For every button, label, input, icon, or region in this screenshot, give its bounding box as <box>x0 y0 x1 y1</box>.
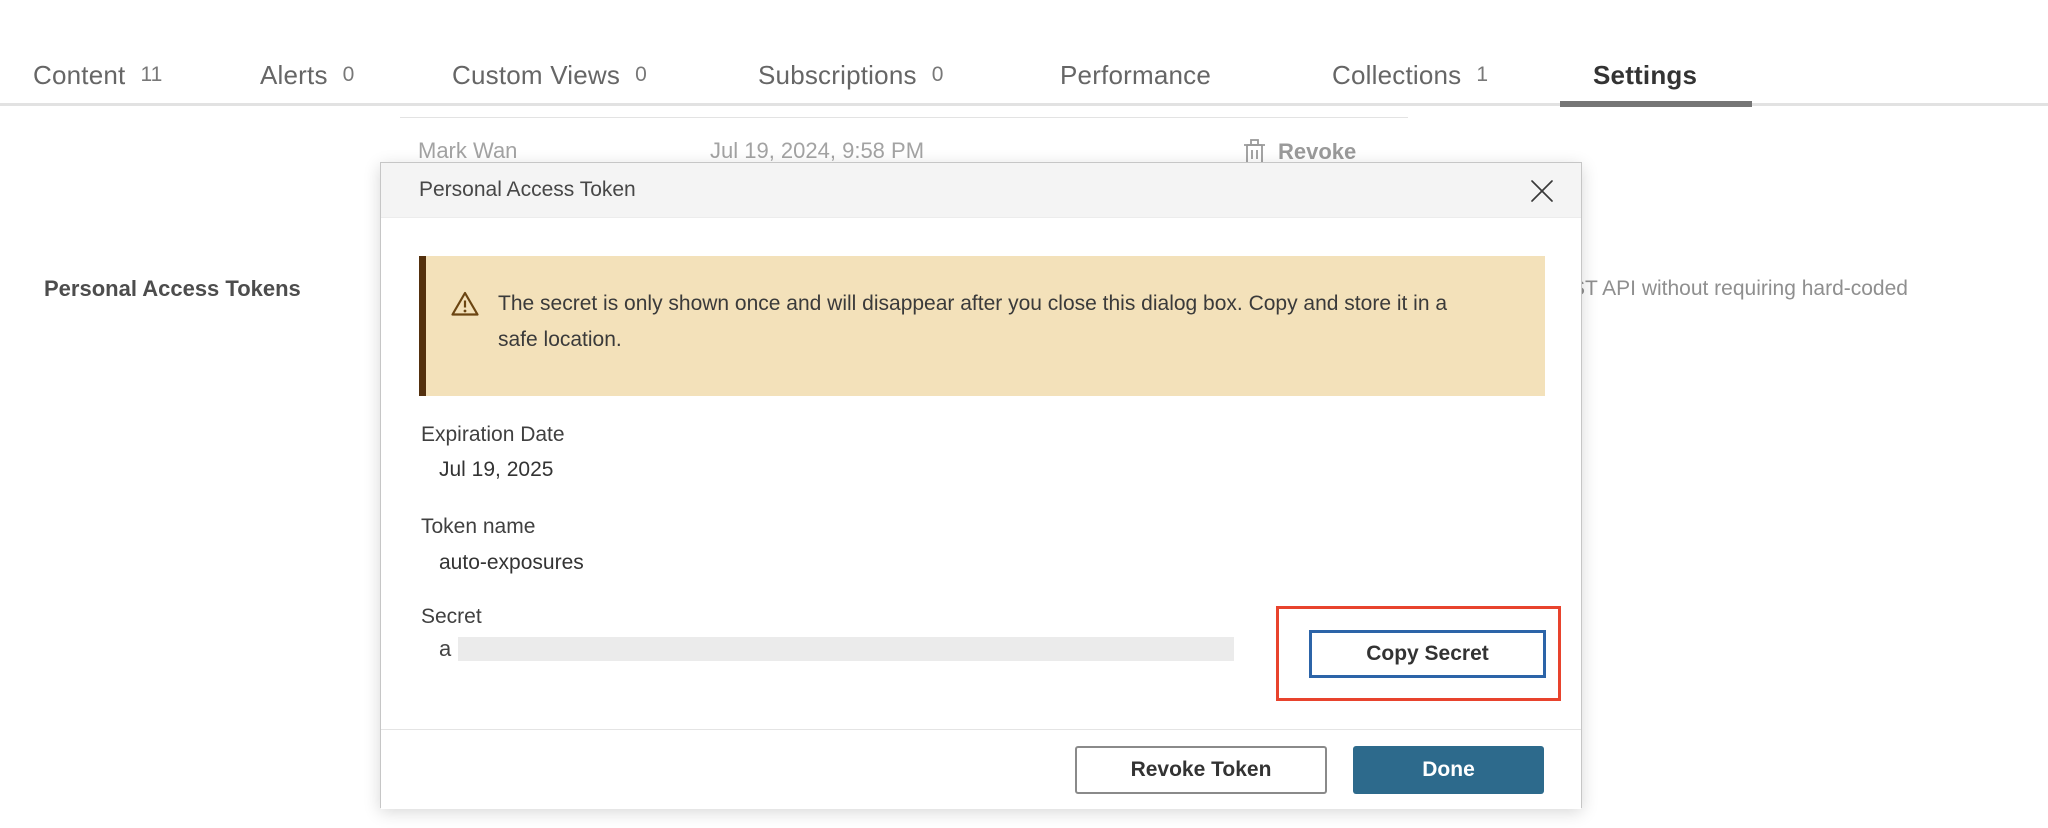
tab-count-badge: 1 <box>1476 63 1488 87</box>
tab-subscriptions[interactable]: Subscriptions 0 <box>758 52 943 98</box>
copy-secret-button[interactable]: Copy Secret <box>1309 630 1546 678</box>
token-name-label: Token name <box>421 513 535 541</box>
tab-count-badge: 0 <box>932 63 944 87</box>
tab-custom-views[interactable]: Custom Views 0 <box>452 52 647 98</box>
tab-count-badge: 11 <box>140 63 162 87</box>
tab-label: Custom Views <box>452 60 620 91</box>
token-timestamp-cell: Jul 19, 2024, 9:58 PM <box>710 138 924 164</box>
secret-value-row: a <box>439 636 1234 662</box>
tab-count-badge: 0 <box>635 63 647 87</box>
tab-bar: Content 11 Alerts 0 Custom Views 0 Subsc… <box>0 0 2048 104</box>
active-tab-underline <box>1560 101 1752 107</box>
secret-value-prefix: a <box>439 636 451 662</box>
revoke-link-label: Revoke <box>1278 139 1356 165</box>
tab-label: Performance <box>1060 60 1211 91</box>
expiration-date-label: Expiration Date <box>421 421 565 449</box>
tab-collections[interactable]: Collections 1 <box>1332 52 1488 98</box>
tab-content[interactable]: Content 11 <box>33 52 162 98</box>
token-name-value: auto-exposures <box>439 549 584 577</box>
trash-icon <box>1243 138 1266 165</box>
token-owner-cell: Mark Wan <box>418 138 517 164</box>
secret-redacted-bar <box>458 637 1234 661</box>
screen: Content 11 Alerts 0 Custom Views 0 Subsc… <box>0 0 2048 828</box>
tab-count-badge: 0 <box>343 63 355 87</box>
dialog-footer: Revoke Token Done <box>381 729 1581 809</box>
table-row-divider <box>400 117 1408 118</box>
section-heading: Personal Access Tokens <box>44 276 301 302</box>
tab-performance[interactable]: Performance <box>1060 52 1211 98</box>
tab-label: Collections <box>1332 60 1461 91</box>
row-revoke-action[interactable]: Revoke <box>1243 138 1356 165</box>
tab-label: Subscriptions <box>758 60 917 91</box>
revoke-token-button[interactable]: Revoke Token <box>1075 746 1327 794</box>
warning-triangle-icon <box>426 256 480 396</box>
expiration-date-value: Jul 19, 2025 <box>439 456 553 484</box>
warning-message: The secret is only shown once and will d… <box>480 256 1510 396</box>
tab-alerts[interactable]: Alerts 0 <box>260 52 354 98</box>
section-description-fragment: ST API without requiring hard-coded <box>1571 277 1908 301</box>
dialog-title: Personal Access Token <box>419 178 636 202</box>
personal-access-token-dialog: Personal Access Token The secret is on <box>380 162 1582 808</box>
warning-banner: The secret is only shown once and will d… <box>419 256 1545 396</box>
tab-settings[interactable]: Settings <box>1593 52 1697 98</box>
tab-label: Content <box>33 60 125 91</box>
done-button[interactable]: Done <box>1353 746 1544 794</box>
dialog-header: Personal Access Token <box>381 163 1581 218</box>
close-button[interactable] <box>1527 176 1557 206</box>
tab-label: Settings <box>1593 60 1697 91</box>
secret-label: Secret <box>421 603 482 631</box>
close-icon <box>1529 178 1555 204</box>
tab-label: Alerts <box>260 60 328 91</box>
